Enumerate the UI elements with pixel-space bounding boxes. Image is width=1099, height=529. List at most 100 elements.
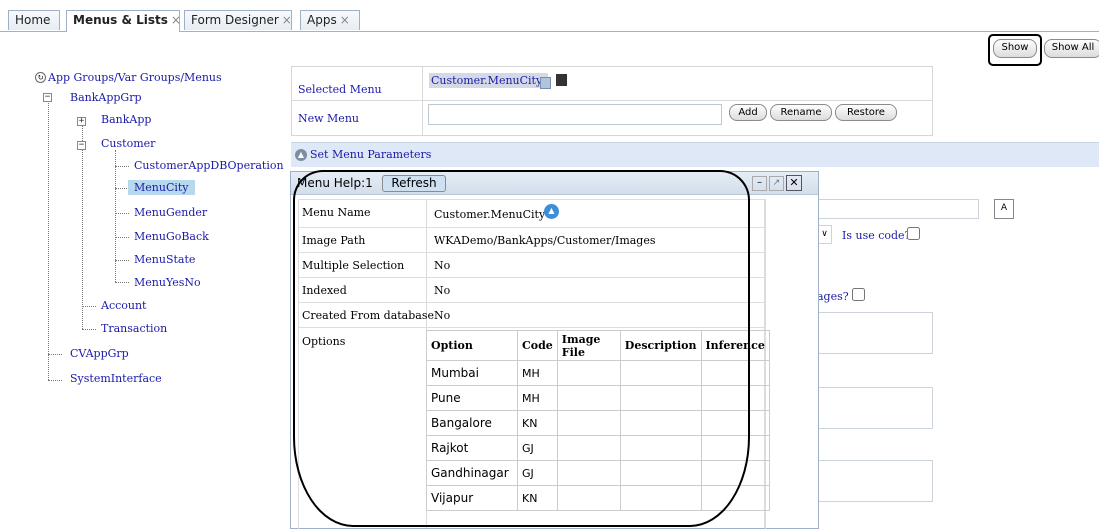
- selected-menu-label: Selected Menu: [298, 83, 382, 96]
- row-value: No: [434, 309, 451, 322]
- table-row: Indexed No: [298, 278, 765, 303]
- collapse-up-icon[interactable]: ▲: [295, 149, 307, 161]
- code-cell: KN: [517, 410, 558, 436]
- tree-item-transaction[interactable]: Transaction: [101, 322, 167, 335]
- add-button[interactable]: Add: [729, 104, 767, 121]
- option-cell: Rajkot: [426, 435, 518, 461]
- image-file-cell: [556, 410, 621, 436]
- show-all-button[interactable]: Show All: [1044, 39, 1099, 58]
- text-field[interactable]: [817, 199, 979, 219]
- close-icon[interactable]: ✕: [786, 175, 802, 191]
- textarea-2[interactable]: [817, 387, 933, 429]
- code-cell: MH: [517, 360, 558, 386]
- tree-item-bankapp[interactable]: BankApp: [101, 113, 151, 126]
- tree-item-customerappdboperation[interactable]: CustomerAppDBOperation: [134, 159, 284, 172]
- tree-item-customer[interactable]: Customer: [101, 137, 155, 150]
- maximize-icon[interactable]: ↗: [769, 176, 784, 191]
- row-value: Customer.MenuCity: [434, 208, 546, 221]
- image-file-cell: [556, 485, 621, 511]
- show-button[interactable]: Show: [993, 39, 1037, 58]
- textarea-1[interactable]: [817, 312, 933, 354]
- column-header: Option: [426, 330, 518, 361]
- tree-item-cvappgrp[interactable]: CVAppGrp: [70, 347, 129, 360]
- copy-icon[interactable]: [540, 77, 551, 89]
- row-label: Image Path: [302, 234, 366, 247]
- dialog-title-bar[interactable]: Menu Help:1 Refresh – ↗ ✕: [291, 172, 818, 195]
- inference-cell: [700, 410, 770, 436]
- tree-item-bankappgrp[interactable]: BankAppGrp: [70, 91, 142, 104]
- new-menu-label: New Menu: [298, 112, 359, 125]
- textarea-3[interactable]: [817, 460, 933, 502]
- refresh-circle-icon[interactable]: ↻: [35, 72, 46, 83]
- dropdown-chevron-icon[interactable]: ∨: [817, 225, 832, 244]
- image-file-cell: [556, 460, 621, 486]
- tab-home[interactable]: Home: [8, 10, 60, 30]
- image-file-cell: [556, 385, 621, 411]
- tab-apps-label: Apps: [307, 13, 337, 27]
- tab-apps[interactable]: Apps ×: [300, 10, 360, 30]
- row-value: No: [434, 284, 451, 297]
- table-row: Mumbai MH: [426, 360, 770, 386]
- tree-item-menugoback[interactable]: MenuGoBack: [134, 230, 209, 243]
- tree-item-menugender[interactable]: MenuGender: [134, 206, 207, 219]
- tab-form-designer-label: Form Designer: [191, 13, 279, 27]
- menu-form: Selected Menu Customer.MenuCity: New Men…: [291, 66, 933, 136]
- minimize-icon[interactable]: –: [752, 176, 767, 191]
- tree-line: [82, 306, 96, 307]
- tree-line: [115, 166, 129, 167]
- divider: [292, 100, 932, 101]
- column-header: Inference: [700, 330, 770, 361]
- option-cell: Bangalore: [426, 410, 518, 436]
- option-cell: Gandhinagar: [426, 460, 518, 486]
- is-use-code-checkbox[interactable]: [907, 227, 920, 240]
- tree-item-menustate[interactable]: MenuState: [134, 253, 195, 266]
- translate-icon[interactable]: A: [994, 199, 1014, 219]
- tree-line: [115, 150, 116, 282]
- table-row: Image Path WKADemo/BankApps/Customer/Ima…: [298, 228, 765, 253]
- row-label: Indexed: [302, 284, 347, 297]
- dialog-title: Menu Help:1: [297, 176, 373, 190]
- table-row: Gandhinagar GJ: [426, 460, 770, 486]
- description-cell: [619, 385, 702, 411]
- column-header: Code: [517, 330, 558, 361]
- image-file-cell: [556, 360, 621, 386]
- row-value: No: [434, 259, 451, 272]
- refresh-button[interactable]: Refresh: [382, 175, 446, 192]
- collapse-up-icon[interactable]: ▲: [544, 204, 559, 219]
- table-row: Bangalore KN: [426, 410, 770, 436]
- rename-button[interactable]: Rename: [770, 104, 832, 121]
- close-icon[interactable]: ×: [171, 13, 181, 27]
- tree-item-systeminterface[interactable]: SystemInterface: [70, 372, 162, 385]
- tree-line: [115, 213, 129, 214]
- inference-cell: [700, 460, 770, 486]
- new-menu-input[interactable]: [428, 104, 722, 125]
- tree-line: [82, 122, 83, 329]
- collapse-icon[interactable]: −: [43, 93, 52, 102]
- tree-item-account[interactable]: Account: [101, 299, 146, 312]
- tree-item-menucity[interactable]: MenuCity: [128, 180, 195, 195]
- set-menu-parameters-bar[interactable]: ▲ Set Menu Parameters: [291, 142, 1099, 167]
- options-label: Options: [302, 335, 346, 348]
- tree-line: [115, 188, 129, 189]
- tab-bar: Home Menus & Lists × Form Designer × Apps ×: [0, 0, 1099, 32]
- table-header-row: Option Code Image File Description Infer…: [426, 330, 770, 361]
- collapse-icon[interactable]: −: [77, 141, 86, 150]
- inference-cell: [700, 435, 770, 461]
- tab-form-designer[interactable]: Form Designer ×: [184, 10, 292, 30]
- images-checkbox[interactable]: [852, 288, 865, 301]
- restore-button[interactable]: Restore: [835, 104, 897, 121]
- tab-menus-lists[interactable]: Menus & Lists ×: [66, 10, 181, 32]
- paste-icon[interactable]: [556, 74, 567, 86]
- description-cell: [619, 435, 702, 461]
- images-label-partial: ages?: [817, 290, 849, 303]
- tree-line: [48, 354, 62, 355]
- code-cell: GJ: [517, 435, 558, 461]
- code-cell: MH: [517, 385, 558, 411]
- tree-root[interactable]: App Groups/Var Groups/Menus: [48, 71, 222, 84]
- close-icon[interactable]: ×: [340, 13, 350, 27]
- tree-line: [115, 282, 129, 283]
- close-icon[interactable]: ×: [282, 13, 292, 27]
- expand-icon[interactable]: +: [77, 117, 86, 126]
- tree-item-menuyesno[interactable]: MenuYesNo: [134, 276, 201, 289]
- table-row: Multiple Selection No: [298, 253, 765, 278]
